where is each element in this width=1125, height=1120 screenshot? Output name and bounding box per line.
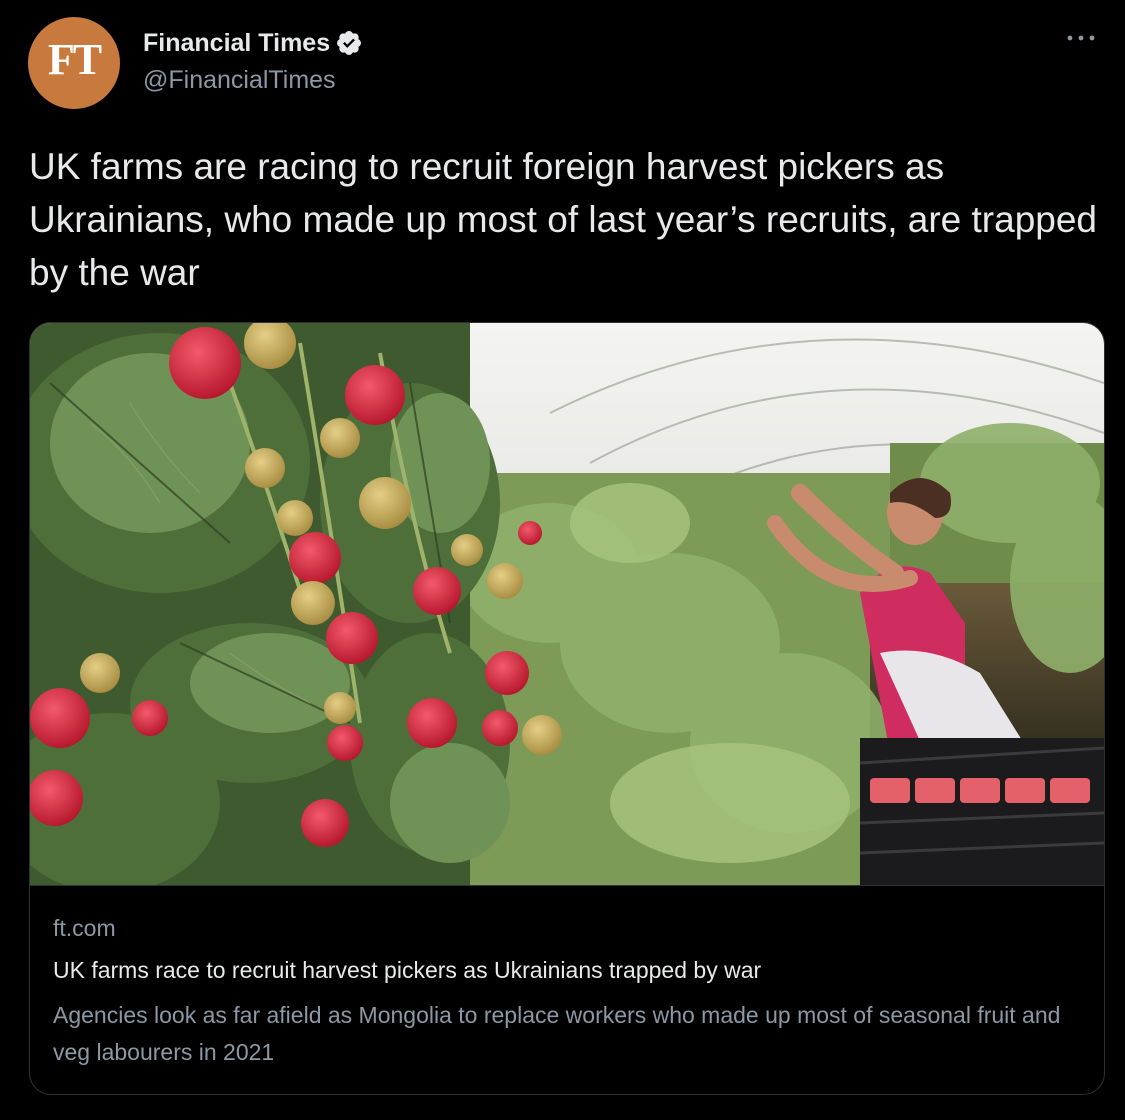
- tweet-text: UK farms are racing to recruit foreign h…: [29, 146, 1098, 293]
- author-handle[interactable]: @FinancialTimes: [143, 66, 336, 95]
- card-title: UK farms race to recruit harvest pickers…: [53, 957, 762, 983]
- verified-badge-icon: [335, 29, 363, 57]
- author-display-name[interactable]: Financial Times: [143, 29, 330, 58]
- author-avatar[interactable]: FT: [28, 17, 120, 109]
- more-options-button[interactable]: [1061, 24, 1101, 52]
- raspberry-harvest-photo: [30, 323, 1104, 885]
- harvest-crate: [859, 738, 1104, 885]
- card-domain: ft.com: [53, 915, 116, 941]
- tweet: FT Financial Times @FinancialTimes UK fa…: [0, 0, 1125, 1120]
- more-horizontal-icon: [1067, 35, 1095, 41]
- link-card[interactable]: ft.com UK farms race to recruit harvest …: [29, 322, 1105, 1095]
- avatar-logo-text: FT: [47, 34, 102, 84]
- author-name-row: Financial Times: [143, 27, 363, 59]
- card-image[interactable]: [30, 323, 1104, 886]
- card-description: Agencies look as far afield as Mongolia …: [53, 1002, 1061, 1065]
